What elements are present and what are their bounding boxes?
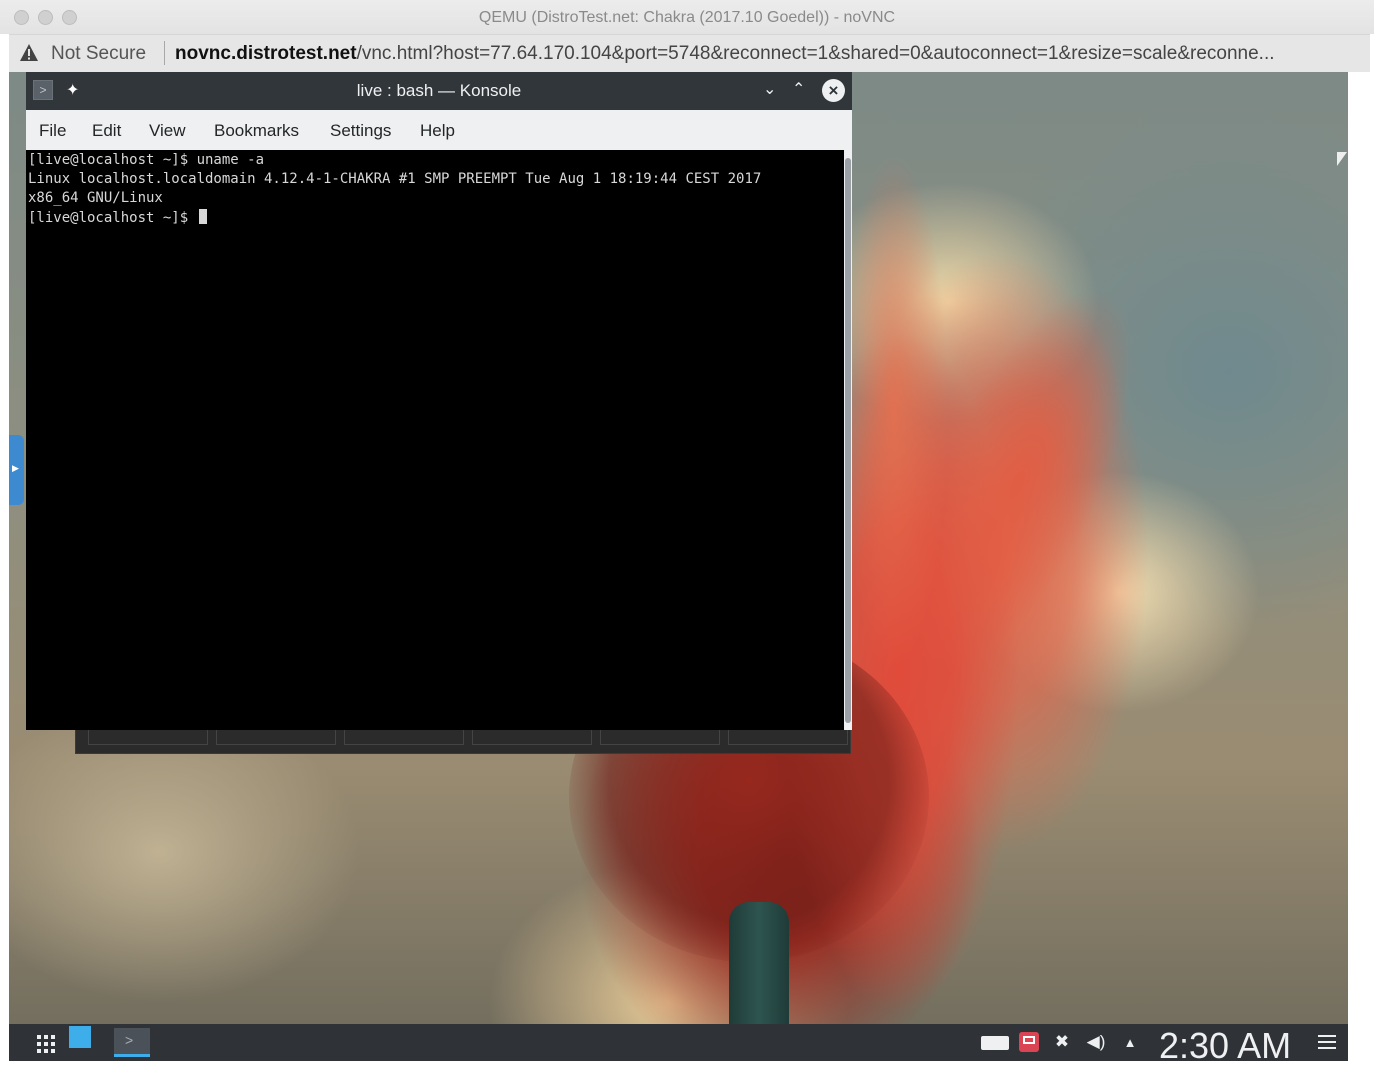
novnc-control-handle[interactable]: ▶	[9, 435, 24, 505]
konsole-title: live : bash — Konsole	[356, 81, 522, 100]
menu-file[interactable]: File	[39, 121, 66, 141]
url-host: novnc.distrotest.net	[175, 43, 357, 64]
address-divider	[164, 41, 165, 65]
mail-icon[interactable]	[1019, 1032, 1039, 1052]
terminal-line: Linux localhost.localdomain 4.12.4-1-CHA…	[28, 171, 762, 187]
chevron-up-icon[interactable]: ⌃	[792, 79, 805, 99]
network-icon[interactable]	[981, 1036, 1009, 1050]
konsole-menubar: File Edit View Bookmarks Settings Help	[26, 110, 852, 150]
menu-help[interactable]: Help	[420, 121, 455, 141]
volume-icon[interactable]: ◀)	[1085, 1032, 1107, 1052]
warning-icon	[20, 44, 38, 61]
chevron-down-icon[interactable]: ⌄	[763, 79, 776, 99]
terminal-scrollbar[interactable]	[844, 150, 852, 730]
terminal-prompt[interactable]: [live@localhost ~]$	[28, 209, 207, 226]
text-cursor	[198, 209, 207, 224]
browser-titlebar: QEMU (DistroTest.net: Chakra (2017.10 Go…	[0, 0, 1374, 34]
terminal-output[interactable]: [live@localhost ~]$ uname -a Linux local…	[26, 150, 844, 730]
virtual-desktop-pager[interactable]	[69, 1026, 91, 1048]
scrollbar-thumb[interactable]	[845, 158, 851, 723]
menu-settings[interactable]: Settings	[330, 121, 391, 141]
expand-arrow-icon: ▶	[12, 463, 19, 473]
terminal-icon: >	[125, 1032, 134, 1048]
menu-view[interactable]: View	[149, 121, 186, 141]
wallpaper-petal	[839, 152, 949, 672]
taskbar: > ✖ ◀) ▲ 2:30 AM	[9, 1024, 1348, 1066]
updates-icon[interactable]: ✖	[1051, 1032, 1073, 1052]
task-konsole[interactable]: >	[114, 1028, 150, 1057]
app-launcher-icon[interactable]	[35, 1032, 57, 1054]
mouse-cursor-icon	[1337, 152, 1347, 166]
close-icon[interactable]: ×	[822, 79, 845, 102]
menu-edit[interactable]: Edit	[92, 121, 121, 141]
window-title: QEMU (DistroTest.net: Chakra (2017.10 Go…	[478, 9, 896, 26]
security-label[interactable]: Not Secure	[51, 43, 146, 65]
vnc-desktop[interactable]: ▶ > ✦ live : bash — Konsole ⌄ ⌃ × File E…	[9, 72, 1348, 1061]
terminal-line: x86_64 GNU/Linux	[28, 190, 163, 206]
terminal-line: [live@localhost ~]$ uname -a	[28, 152, 265, 168]
prompt-text: [live@localhost ~]$	[28, 210, 197, 226]
menu-bookmarks[interactable]: Bookmarks	[214, 121, 299, 141]
expand-tray-icon[interactable]: ▲	[1119, 1035, 1141, 1055]
url-path: /vnc.html?host=77.64.170.104&port=5748&r…	[356, 43, 1275, 64]
hamburger-menu-icon[interactable]	[1318, 1034, 1338, 1050]
konsole-window[interactable]: > ✦ live : bash — Konsole ⌄ ⌃ × File Edi…	[26, 72, 852, 730]
konsole-titlebar[interactable]: > ✦ live : bash — Konsole ⌄ ⌃ ×	[26, 72, 852, 110]
address-bar[interactable]: Not Secure novnc.distrotest.net/vnc.html…	[9, 34, 1370, 72]
url-text[interactable]: novnc.distrotest.net/vnc.html?host=77.64…	[175, 43, 1275, 65]
